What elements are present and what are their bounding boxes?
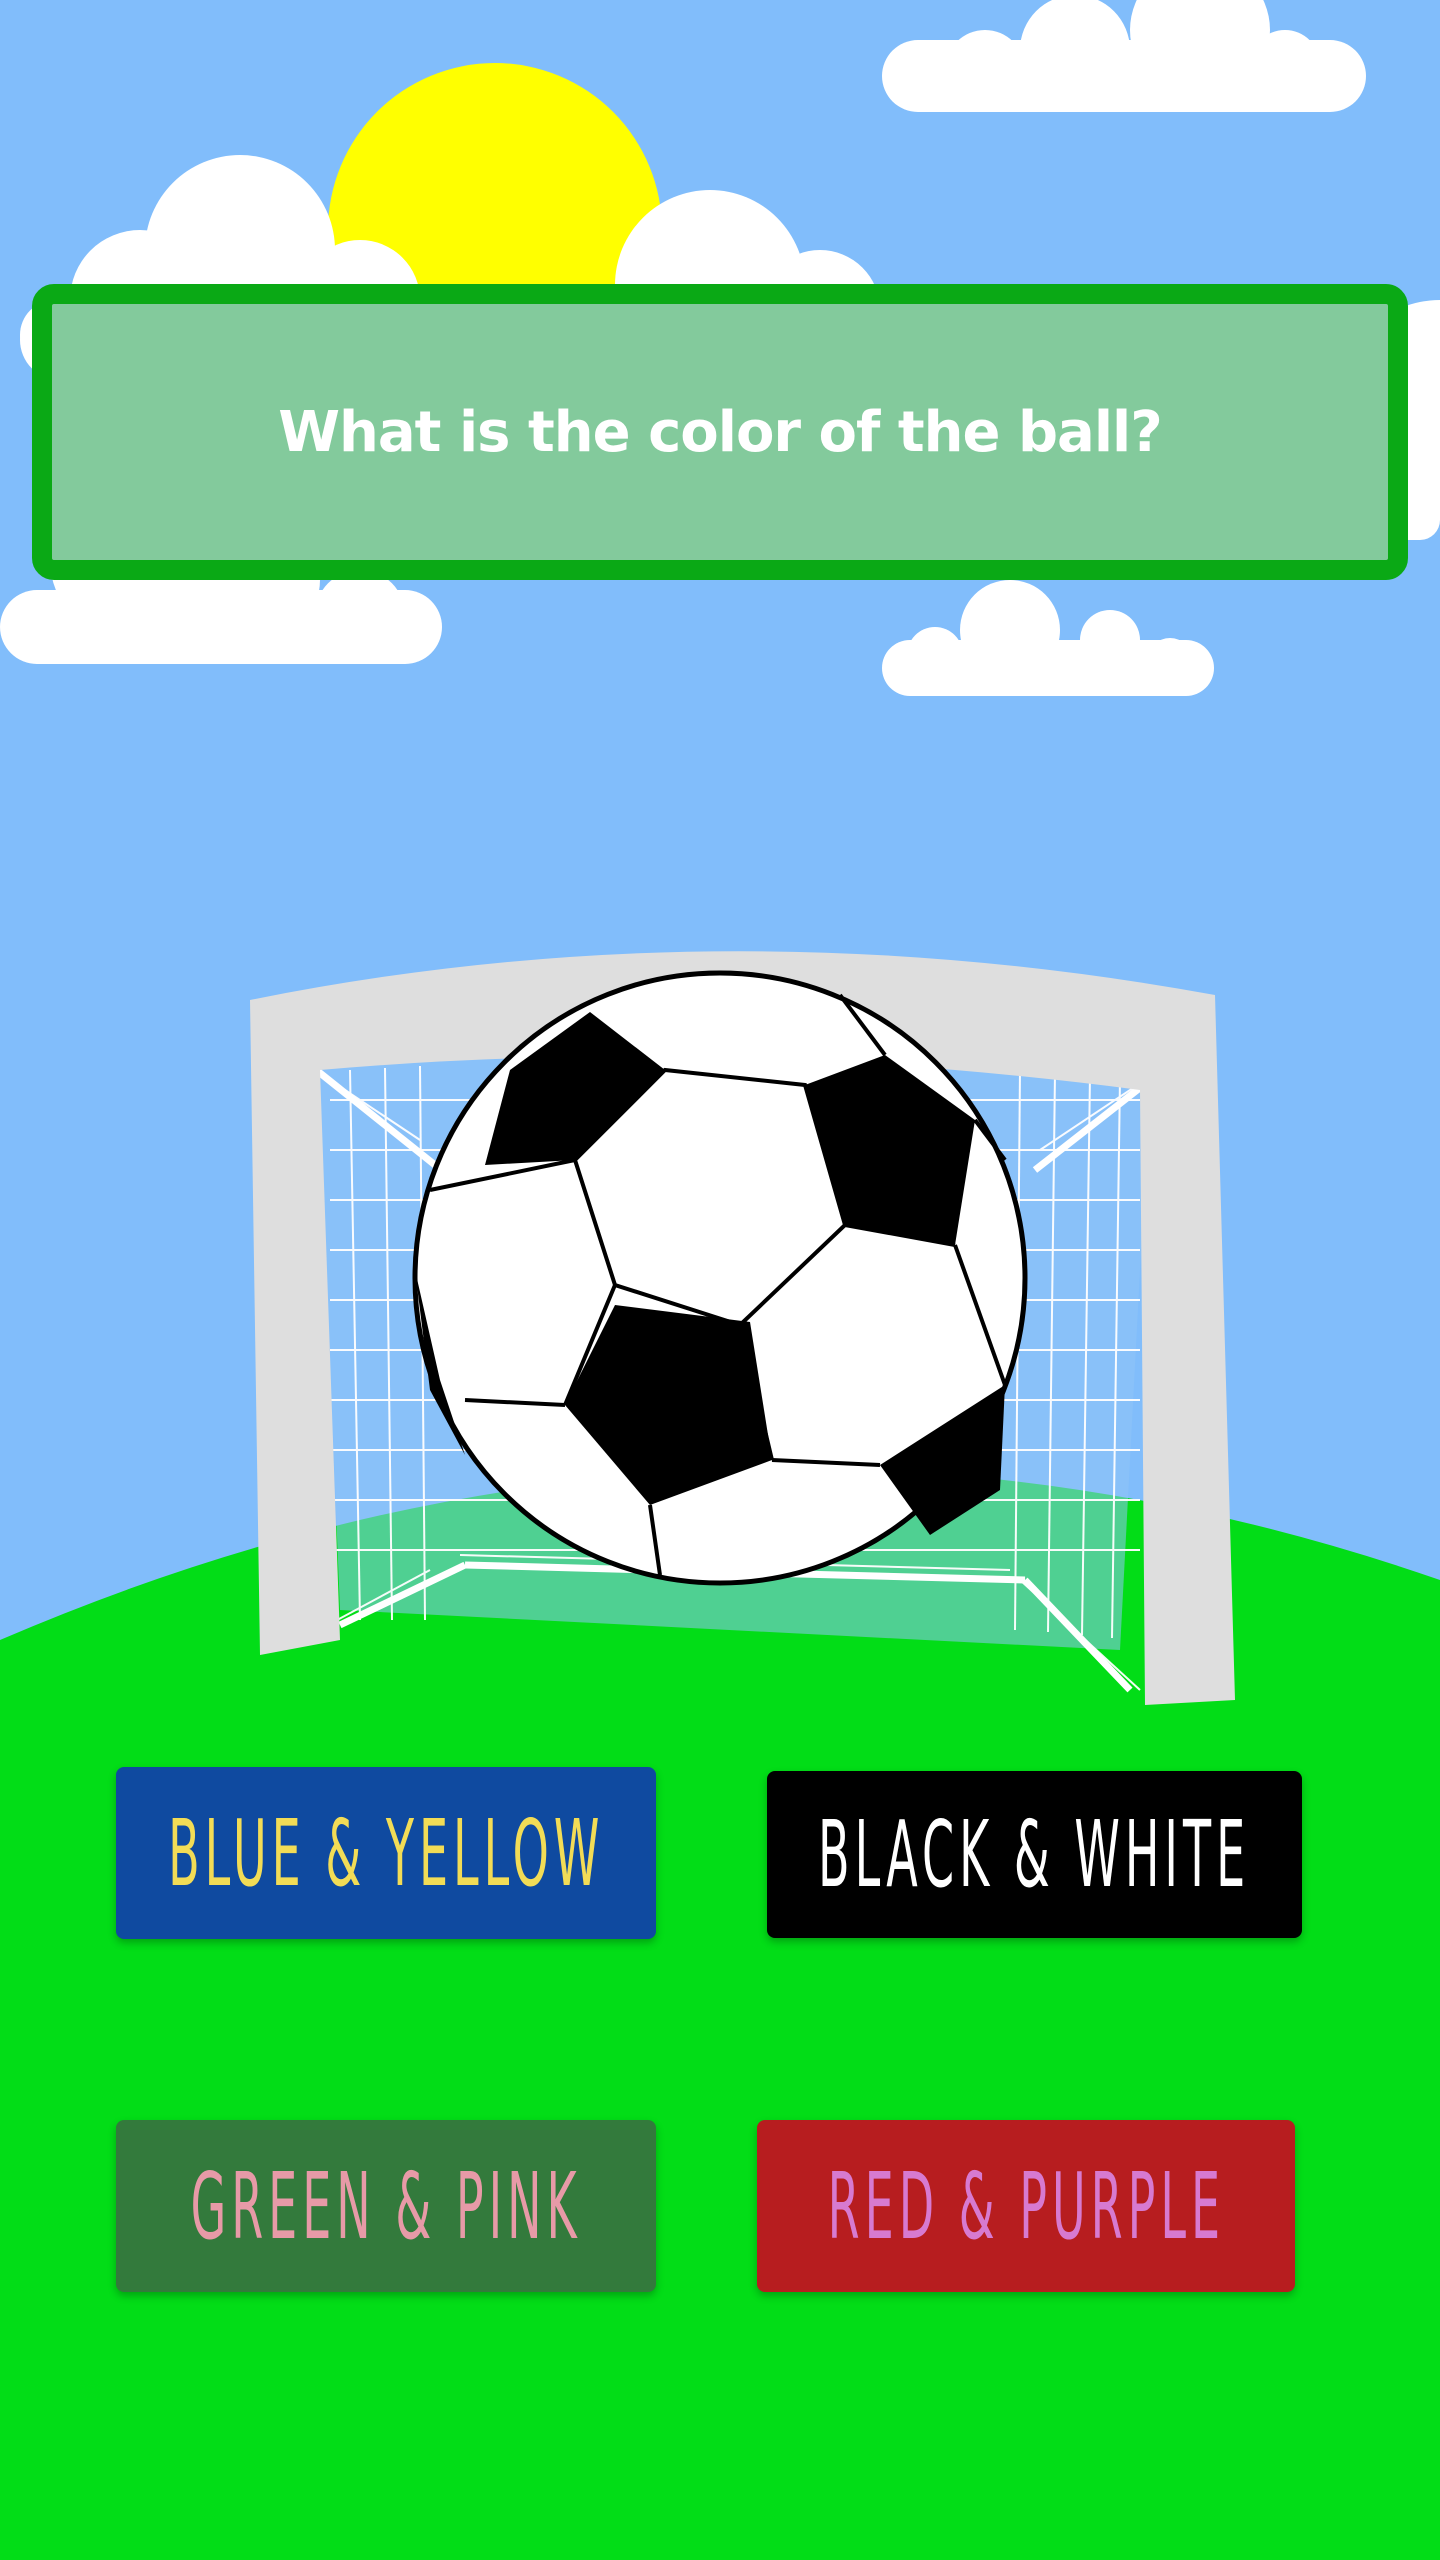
game-screen: What is the color of the ball? BLUE & YE… — [0, 0, 1440, 2560]
answer-button-blue-yellow[interactable]: BLUE & YELLOW — [116, 1767, 656, 1939]
answer-button-red-purple[interactable]: RED & PURPLE — [757, 2120, 1295, 2292]
answer-label: BLUE & YELLOW — [167, 1799, 605, 1907]
cloud-icon — [882, 580, 1214, 696]
answer-button-green-pink[interactable]: GREEN & PINK — [116, 2120, 656, 2292]
cloud-icon — [882, 0, 1366, 112]
answer-label: BLACK & WHITE — [818, 1801, 1251, 1908]
answer-button-black-white[interactable]: BLACK & WHITE — [767, 1771, 1302, 1938]
answer-label: RED & PURPLE — [827, 2152, 1225, 2260]
soccer-ball-icon — [412, 970, 1028, 1586]
answer-label: GREEN & PINK — [190, 2152, 582, 2260]
question-text: What is the color of the ball? — [278, 399, 1162, 465]
question-box: What is the color of the ball? — [32, 284, 1408, 580]
